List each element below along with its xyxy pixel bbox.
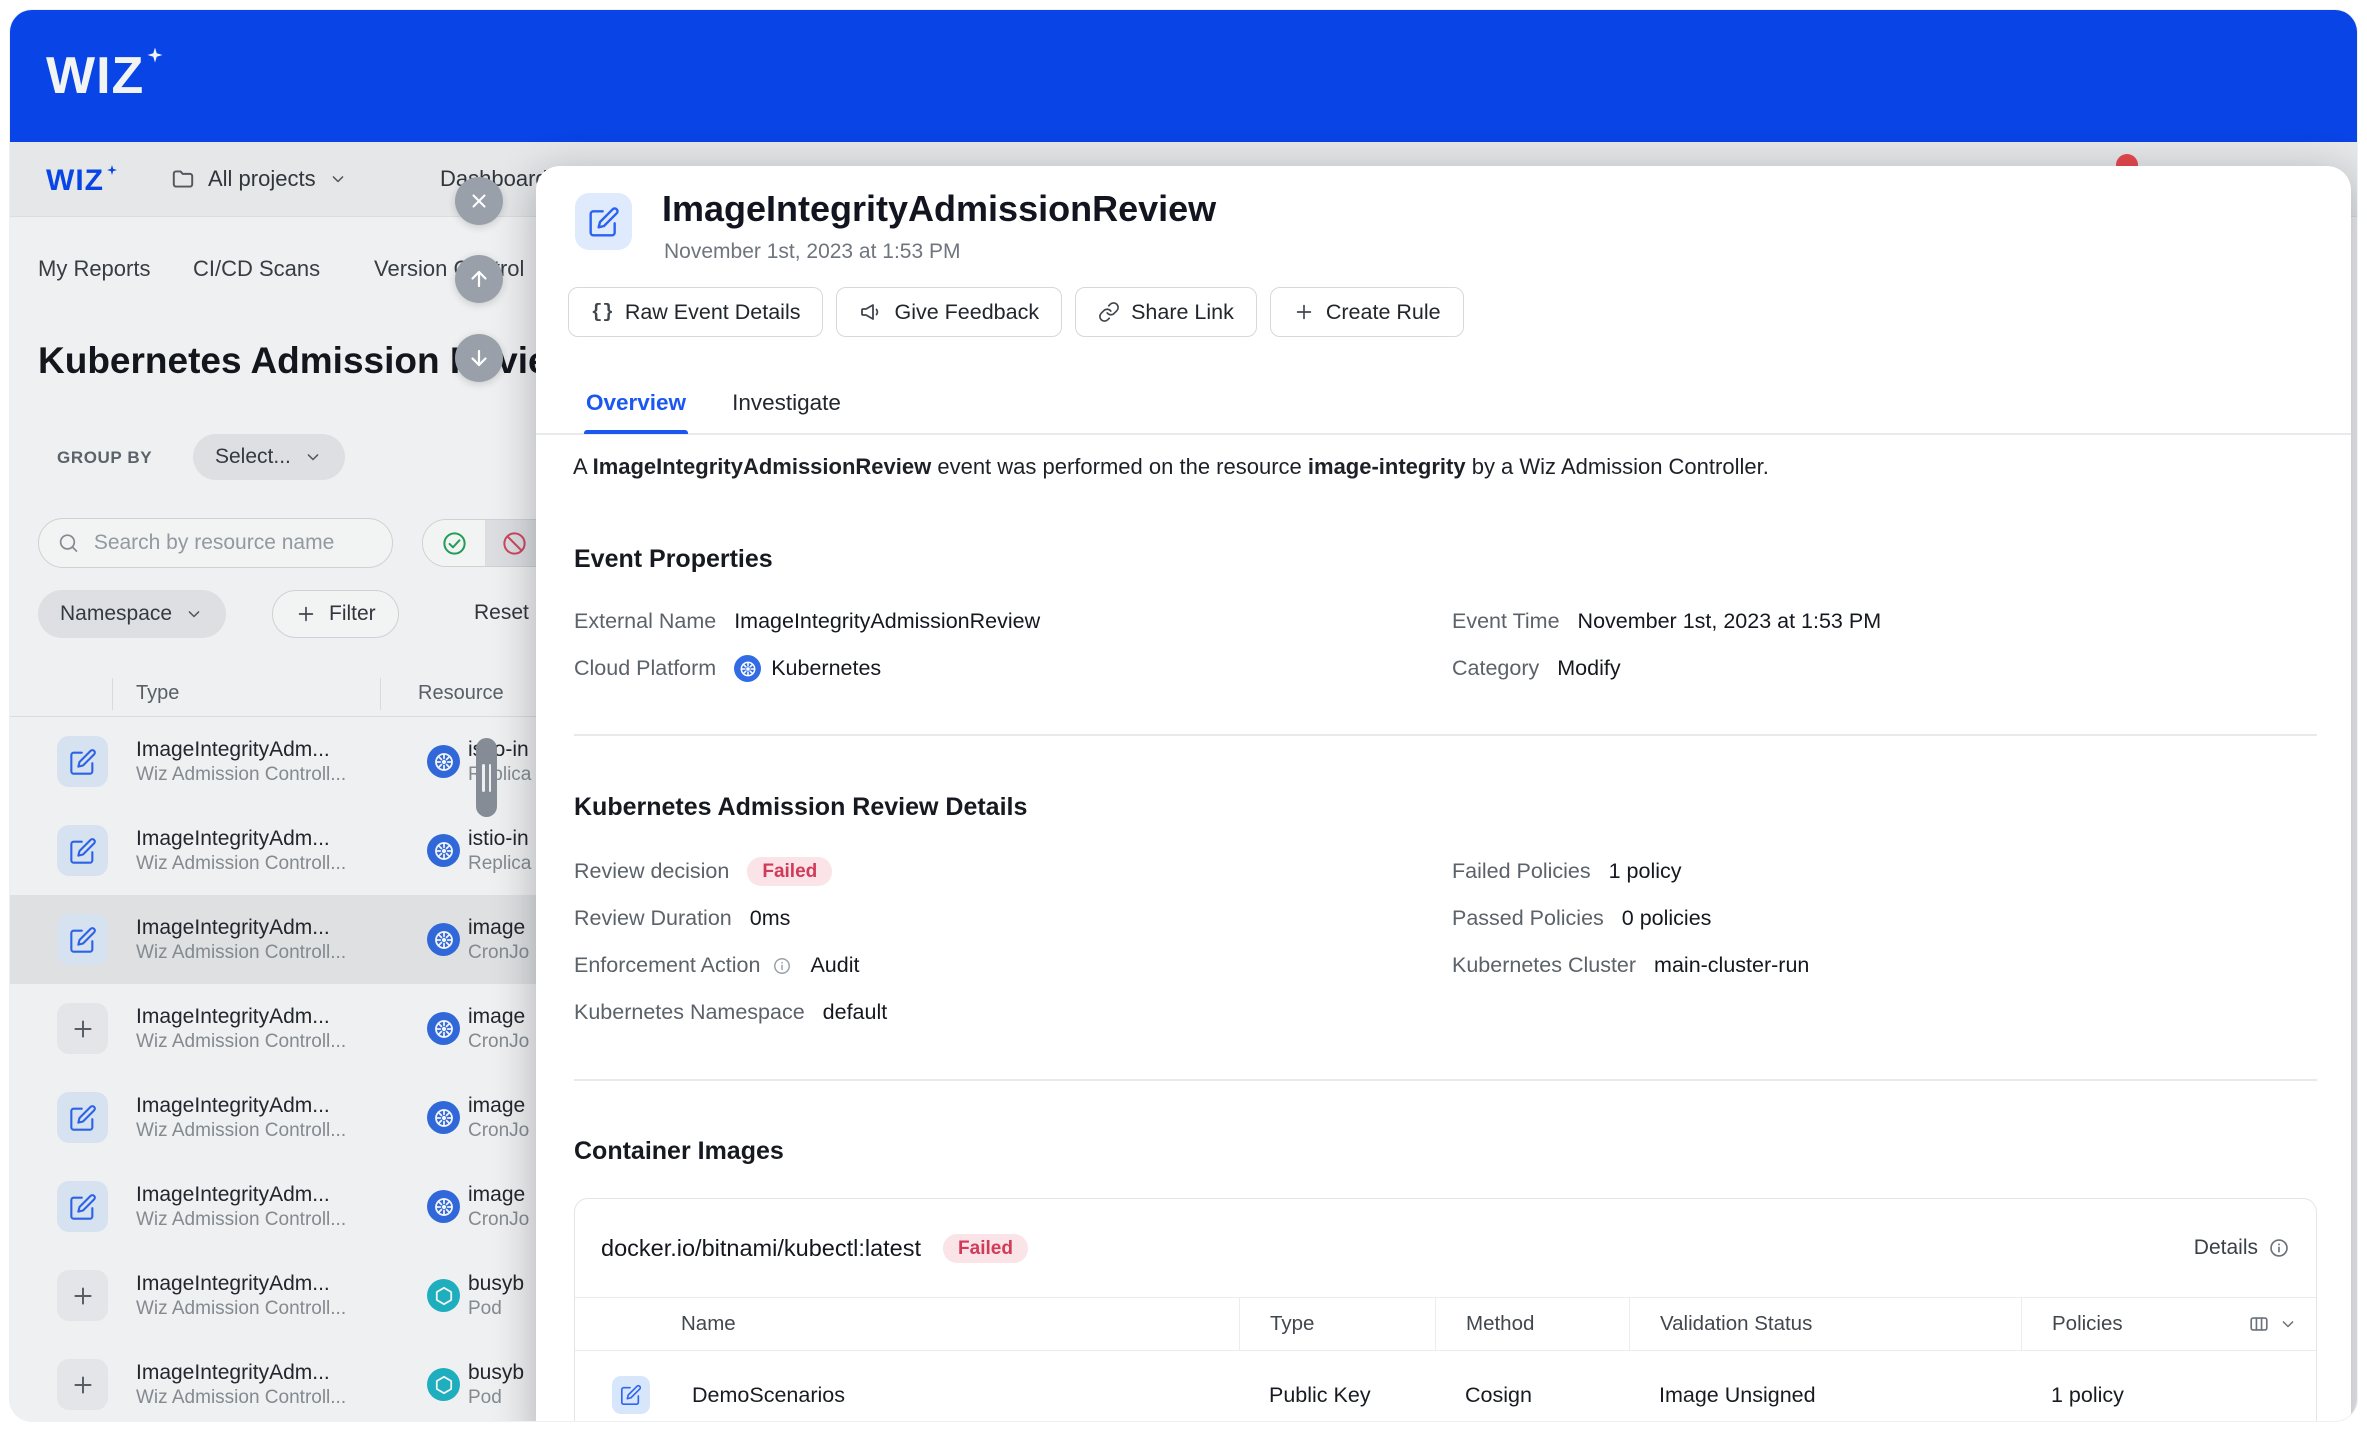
cloud-platform-label: Cloud Platform <box>574 656 717 680</box>
create-rule-label: Create Rule <box>1325 299 1441 324</box>
property-row: Kubernetes Cluster main-cluster-run <box>1452 950 1809 981</box>
drawer-resize-handle[interactable] <box>476 738 497 817</box>
property-row: Review Duration 0ms <box>574 903 887 934</box>
category-value: Modify <box>1557 656 1621 680</box>
column-header-validation-status[interactable]: Validation Status <box>1629 1298 2021 1350</box>
share-link-button[interactable]: Share Link <box>1075 287 1257 337</box>
policy-type: Public Key <box>1269 1382 1371 1407</box>
column-header-policies[interactable]: Policies <box>2052 1312 2123 1336</box>
section-divider <box>574 734 2317 736</box>
column-header-name[interactable]: Name <box>575 1298 1239 1350</box>
drawer-timestamp: November 1st, 2023 at 1:53 PM <box>664 240 961 263</box>
plus-icon <box>1293 301 1315 323</box>
section-divider <box>574 1079 2317 1081</box>
raw-event-details-label: Raw Event Details <box>624 299 801 324</box>
edit-event-icon <box>612 1376 650 1414</box>
section-event-properties: Event Properties <box>574 545 773 573</box>
chevron-down-icon[interactable] <box>2278 1314 2298 1334</box>
cloud-platform-value: Kubernetes <box>771 656 882 680</box>
property-row: Kubernetes Namespace default <box>574 997 887 1028</box>
event-details-drawer: ImageIntegrityAdmissionReview November 1… <box>536 166 2351 1421</box>
external-name-value: ImageIntegrityAdmissionReview <box>734 609 1041 633</box>
app-window: WIZ WIZ All projects Dashboard My Report… <box>10 10 2357 1421</box>
description-event-name: ImageIntegrityAdmissionReview <box>592 454 932 479</box>
megaphone-icon <box>859 300 883 324</box>
review-details-right: Failed Policies 1 policy Passed Policies… <box>1452 856 1809 997</box>
column-header-type[interactable]: Type <box>1239 1298 1435 1350</box>
image-table-header: Name Type Method Validation Status Polic… <box>575 1297 2316 1351</box>
event-description: A ImageIntegrityAdmissionReview event wa… <box>573 454 1769 480</box>
next-event-button[interactable] <box>455 334 503 382</box>
description-text: event was performed on the resource <box>931 454 1308 479</box>
failed-policies-value: 1 policy <box>1608 859 1682 883</box>
passed-policies-value: 0 policies <box>1621 906 1712 930</box>
review-duration-value: 0ms <box>749 906 791 930</box>
event-time-value: November 1st, 2023 at 1:53 PM <box>1577 609 1882 633</box>
drawer-tabs: Overview Investigate <box>583 372 841 434</box>
property-row: External Name ImageIntegrityAdmissionRev… <box>574 606 1040 637</box>
external-name-label: External Name <box>574 609 717 633</box>
column-header-method[interactable]: Method <box>1435 1298 1629 1350</box>
failed-badge: Failed <box>747 857 833 886</box>
tab-overview[interactable]: Overview <box>583 372 689 434</box>
enforcement-action-label: Enforcement Action <box>574 953 761 977</box>
braces-icon: {} <box>591 301 614 323</box>
property-row: Category Modify <box>1452 653 1881 684</box>
description-text: by a Wiz Admission Controller. <box>1465 454 1769 479</box>
validation-status: Image Unsigned <box>1659 1382 1816 1407</box>
share-link-label: Share Link <box>1131 299 1234 324</box>
details-label: Details <box>2193 1236 2258 1259</box>
property-row: Review decision Failed <box>574 856 887 887</box>
event-properties-right: Event Time November 1st, 2023 at 1:53 PM… <box>1452 606 1881 700</box>
drawer-title: ImageIntegrityAdmissionReview <box>662 188 1217 229</box>
property-row: Passed Policies 0 policies <box>1452 903 1809 934</box>
event-time-label: Event Time <box>1452 609 1560 633</box>
failed-badge: Failed <box>943 1233 1028 1263</box>
failed-policies-label: Failed Policies <box>1452 859 1591 883</box>
review-decision-label: Review decision <box>574 859 730 883</box>
details-link[interactable]: Details <box>2194 1236 2290 1260</box>
property-row: Enforcement Action Audit <box>574 950 887 981</box>
info-icon <box>2268 1237 2290 1259</box>
container-image-header: docker.io/bitnami/kubectl:latest Failed … <box>575 1199 2316 1297</box>
image-table-row[interactable]: DemoScenarios Public Key Cosign Image Un… <box>575 1351 2316 1421</box>
previous-event-button[interactable] <box>455 255 503 303</box>
passed-policies-label: Passed Policies <box>1452 906 1604 930</box>
give-feedback-button[interactable]: Give Feedback <box>836 287 1063 337</box>
close-drawer-button[interactable] <box>455 177 503 225</box>
container-image-card: docker.io/bitnami/kubectl:latest Failed … <box>574 1198 2317 1421</box>
description-resource-name: image-integrity <box>1307 454 1466 479</box>
kubernetes-cluster-value: main-cluster-run <box>1654 953 1810 977</box>
property-row: Failed Policies 1 policy <box>1452 856 1809 887</box>
category-label: Category <box>1452 656 1540 680</box>
property-row: Event Time November 1st, 2023 at 1:53 PM <box>1452 606 1881 637</box>
property-row: Cloud Platform Kubernetes <box>574 653 1040 684</box>
policy-name: DemoScenarios <box>692 1382 845 1407</box>
description-text: A <box>573 454 593 479</box>
policy-method: Cosign <box>1465 1382 1532 1407</box>
kubernetes-cluster-label: Kubernetes Cluster <box>1452 953 1637 977</box>
give-feedback-label: Give Feedback <box>894 299 1040 324</box>
review-details-left: Review decision Failed Review Duration 0… <box>574 856 887 1044</box>
tab-investigate[interactable]: Investigate <box>732 372 841 434</box>
raw-event-details-button[interactable]: {} Raw Event Details <box>568 287 824 337</box>
enforcement-action-value: Audit <box>810 953 860 977</box>
columns-settings-icon[interactable] <box>2248 1313 2270 1335</box>
kubernetes-namespace-value: default <box>822 1000 888 1024</box>
create-rule-button[interactable]: Create Rule <box>1269 287 1464 337</box>
info-icon[interactable] <box>772 956 792 976</box>
link-icon <box>1098 301 1120 323</box>
section-container-images: Container Images <box>574 1137 784 1165</box>
section-review-details: Kubernetes Admission Review Details <box>574 793 1028 821</box>
policies-count: 1 policy <box>2051 1382 2124 1407</box>
kubernetes-namespace-label: Kubernetes Namespace <box>574 1000 805 1024</box>
event-properties-left: External Name ImageIntegrityAdmissionRev… <box>574 606 1040 700</box>
container-image-name: docker.io/bitnami/kubectl:latest <box>601 1234 922 1261</box>
review-duration-label: Review Duration <box>574 906 732 930</box>
drawer-actions: {} Raw Event Details Give Feedback Share… <box>568 287 1464 337</box>
kubernetes-icon <box>734 655 762 682</box>
edit-event-icon <box>575 193 632 250</box>
